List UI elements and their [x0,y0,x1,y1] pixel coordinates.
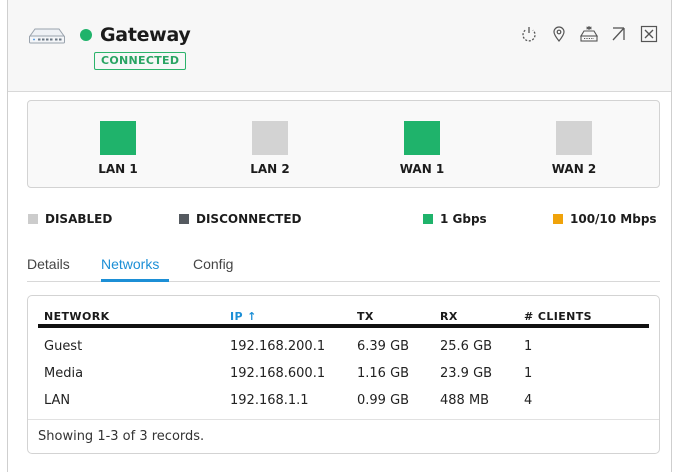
legend-label: 1 Gbps [440,212,487,226]
port-wan-2[interactable]: WAN 2 [534,121,614,176]
cell-tx: 6.39 GB [357,339,410,354]
device-panel: Gateway CONNECTED LAN 1 LAN 2 WAN 1 WAN … [7,0,672,472]
status-badge: CONNECTED [94,52,187,70]
cell-ip: 192.168.1.1 [230,393,309,408]
popout-arrow-icon [612,27,625,41]
locate-device-button[interactable] [579,24,599,44]
column-header-ip[interactable]: IP ↑ [230,310,257,323]
legend-swatch [553,214,563,224]
tab-bar: Details Networks Config [27,254,660,282]
port-status-square [100,121,136,155]
tab-config[interactable]: Config [193,256,233,272]
port-wan-1[interactable]: WAN 1 [382,121,462,176]
cell-rx: 25.6 GB [440,339,493,354]
header-actions [519,24,659,44]
cell-tx: 1.16 GB [357,366,410,381]
cell-network: LAN [44,393,71,408]
networks-table: NETWORK IP ↑ TX RX # CLIENTS Guest 192.1… [27,295,660,454]
cell-rx: 23.9 GB [440,366,493,381]
cell-network: Guest [44,339,83,354]
column-header-clients[interactable]: # CLIENTS [524,310,592,323]
device-header: Gateway CONNECTED [8,0,671,92]
legend-swatch [423,214,433,224]
legend-label: DISCONNECTED [196,212,302,226]
legend-swatch [28,214,38,224]
legend-item-disabled: DISABLED [28,212,112,226]
port-label: LAN 2 [250,162,290,176]
cell-network: Media [44,366,84,381]
gateway-device-icon [29,28,65,44]
locate-device-icon [580,26,598,42]
column-header-tx[interactable]: TX [357,310,374,323]
power-button[interactable] [519,24,539,44]
ports-panel: LAN 1 LAN 2 WAN 1 WAN 2 [27,100,660,188]
table-row[interactable]: Media 192.168.600.1 1.16 GB 23.9 GB 1 [38,361,649,388]
port-lan-2[interactable]: LAN 2 [230,121,310,176]
column-header-rx[interactable]: RX [440,310,458,323]
cell-tx: 0.99 GB [357,393,410,408]
table-header: NETWORK IP ↑ TX RX # CLIENTS [38,308,649,328]
popout-button[interactable] [609,24,629,44]
table-row[interactable]: LAN 192.168.1.1 0.99 GB 488 MB 4 [38,388,649,415]
cell-ip: 192.168.600.1 [230,366,326,381]
legend-label: DISABLED [45,212,113,226]
location-button[interactable] [549,24,569,44]
cell-clients: 1 [524,366,533,381]
table-row[interactable]: Guest 192.168.200.1 6.39 GB 25.6 GB 1 [38,334,649,361]
port-label: LAN 1 [98,162,138,176]
power-icon [522,27,536,42]
connection-status-dot [80,29,92,41]
tab-networks[interactable]: Networks [101,256,159,272]
table-footer-record-count: Showing 1-3 of 3 records. [28,419,659,454]
location-pin-icon [553,26,565,42]
port-status-square [252,121,288,155]
close-button[interactable] [639,24,659,44]
tab-details[interactable]: Details [27,256,70,272]
close-icon [640,25,658,43]
port-status-square [556,121,592,155]
port-lan-1[interactable]: LAN 1 [78,121,158,176]
port-status-square [404,121,440,155]
legend-item-100-10mbps: 100/10 Mbps [553,212,657,226]
column-header-network[interactable]: NETWORK [44,310,110,323]
device-name: Gateway [100,24,191,46]
cell-clients: 4 [524,393,533,408]
port-label: WAN 2 [551,162,597,176]
legend-swatch [179,214,189,224]
cell-ip: 192.168.200.1 [230,339,326,354]
port-label: WAN 1 [399,162,445,176]
port-legend: DISABLED DISCONNECTED 1 Gbps 100/10 Mbps [8,212,671,230]
legend-label: 100/10 Mbps [570,212,657,226]
legend-item-1gbps: 1 Gbps [423,212,487,226]
legend-item-disconnected: DISCONNECTED [179,212,302,226]
cell-rx: 488 MB [440,393,490,408]
cell-clients: 1 [524,339,533,354]
active-tab-indicator [101,279,169,282]
